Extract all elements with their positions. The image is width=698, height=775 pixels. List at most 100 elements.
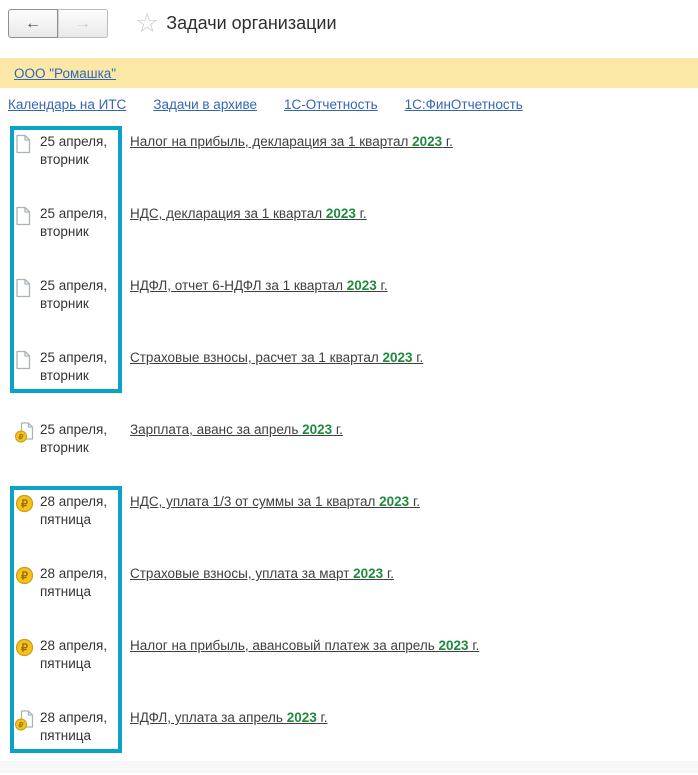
task-row: ₽28 апреля, пятница НДС, уплата 1/3 от сум… [0,487,698,559]
task-date-line2: пятница [40,584,92,599]
document-icon [15,350,35,371]
task-date: 25 апреля, вторник [40,205,122,241]
task-date-line2: пятница [40,728,92,743]
task-row: 25 апреля, вторник Страховые взносы, расче… [0,343,698,415]
task-title-text: НДС, декларация за 1 квартал [130,206,326,221]
task-link[interactable]: НДФЛ, отчет 6-НДФЛ за 1 квартал 2023 г. [130,277,688,295]
task-title-text: НДС, уплата 1/3 от суммы за 1 квартал [130,494,380,509]
task-title-suffix: г. [316,710,328,725]
favorites-star-icon[interactable]: ☆ [135,10,159,37]
task-date: 28 апреля, пятница [40,493,122,529]
task-year: 2023 [382,350,413,365]
svg-text:₽: ₽ [19,432,24,441]
task-date: 28 апреля, пятница [40,637,122,673]
task-date-line2: вторник [40,296,89,311]
task-title-text: НДФЛ, уплата за апрель [130,710,287,725]
task-link[interactable]: НДС, декларация за 1 квартал 2023 г. [130,205,688,223]
history-button-group: ← → [8,9,108,38]
nav-links-row: Календарь на ИТС Задачи в архиве 1С-Отче… [8,97,523,112]
task-row: ₽28 апреля, пятница Страховые взносы, упла… [0,559,698,631]
ruble-coin-icon: ₽ [15,566,35,587]
nav-link-1c-finreporting[interactable]: 1С:ФинОтчетность [405,97,523,112]
back-button[interactable]: ← [8,9,58,38]
task-title-suffix: г. [376,278,388,293]
task-date-line2: вторник [40,368,89,383]
task-date-line1: 25 апреля, [40,422,108,437]
task-date-line2: вторник [40,440,89,455]
document-ruble-icon: ₽ [15,710,35,731]
task-title-suffix: г. [442,134,453,149]
task-date-line1: 28 апреля, [40,710,108,725]
document-icon [15,206,35,227]
task-year: 2023 [412,134,443,149]
task-row: ₽25 апреля, вторник Зарплата, аванс за апр… [0,415,698,487]
task-date-line2: вторник [40,224,89,239]
nav-link-1c-reporting[interactable]: 1С-Отчетность [284,97,378,112]
svg-text:₽: ₽ [19,720,24,729]
forward-button[interactable]: → [58,9,108,38]
task-link[interactable]: НДС, уплата 1/3 от суммы за 1 квартал 20… [130,493,688,511]
task-year: 2023 [353,566,384,581]
task-date: 25 апреля, вторник [40,349,122,385]
task-date: 25 апреля, вторник [40,421,122,457]
task-year: 2023 [286,710,317,725]
ruble-coin-icon: ₽ [15,494,35,515]
task-title-suffix: г. [409,494,420,509]
task-title-text: Страховые взносы, расчет за 1 квартал [130,350,383,365]
task-date: 25 апреля, вторник [40,133,122,169]
task-year: 2023 [302,422,333,437]
document-icon [15,278,35,299]
task-date-line2: пятница [40,512,92,527]
toolbar: ← → ☆ Задачи организации [8,9,337,38]
task-year: 2023 [346,278,377,293]
document-icon [15,134,35,155]
document-ruble-icon: ₽ [15,422,35,443]
task-date: 28 апреля, пятница [40,709,122,745]
task-date-line2: вторник [40,152,89,167]
task-link[interactable]: Налог на прибыль, авансовый платеж за ап… [130,637,688,655]
svg-text:₽: ₽ [21,570,28,582]
task-date-line1: 25 апреля, [40,350,108,365]
task-title-suffix: г. [383,566,394,581]
task-title-text: Страховые взносы, уплата за март [130,566,354,581]
task-row: 25 апреля, вторник НДФЛ, отчет 6-НДФЛ за 1… [0,271,698,343]
task-link[interactable]: Налог на прибыль, декларация за 1 кварта… [130,133,688,151]
task-row: ₽28 апреля, пятница Налог на прибыль, аван… [0,631,698,703]
task-title-suffix: г. [355,206,367,221]
task-row: 25 апреля, вторник НДС, декларация за 1 кв… [0,199,698,271]
task-title-suffix: г. [332,422,343,437]
task-date: 28 апреля, пятница [40,565,122,601]
task-link[interactable]: Страховые взносы, расчет за 1 квартал 20… [130,349,688,367]
task-title-suffix: г. [412,350,424,365]
task-link[interactable]: Зарплата, аванс за апрель 2023 г. [130,421,688,439]
task-year: 2023 [379,494,410,509]
task-year: 2023 [325,206,356,221]
task-date-line1: 25 апреля, [40,206,108,221]
org-bar: ООО "Ромашка" [0,58,698,88]
task-date-line1: 28 апреля, [40,494,108,509]
task-link[interactable]: НДФЛ, уплата за апрель 2023 г. [130,709,688,727]
task-title-text: НДФЛ, отчет 6-НДФЛ за 1 квартал [130,278,347,293]
ruble-coin-icon: ₽ [15,638,35,659]
task-row: 25 апреля, вторник Налог на прибыль, декла… [0,127,698,199]
task-date-line1: 28 апреля, [40,638,108,653]
task-date-line1: 25 апреля, [40,278,108,293]
svg-text:₽: ₽ [21,642,28,654]
task-date-line1: 28 апреля, [40,566,108,581]
task-title-suffix: г. [468,638,480,653]
task-title-text: Налог на прибыль, авансовый платеж за ап… [130,638,439,653]
nav-link-tasks-archive[interactable]: Задачи в архиве [153,97,257,112]
task-date-line1: 25 апреля, [40,134,108,149]
nav-link-calendar-its[interactable]: Календарь на ИТС [8,97,126,112]
page-title: Задачи организации [166,13,337,33]
task-date: 25 апреля, вторник [40,277,122,313]
task-year: 2023 [438,638,469,653]
task-date-line2: пятница [40,656,92,671]
task-link[interactable]: Страховые взносы, уплата за март 2023 г. [130,565,688,583]
task-title-text: Налог на прибыль, декларация за 1 кварта… [130,134,413,149]
svg-text:₽: ₽ [21,498,28,510]
task-title-text: Зарплата, аванс за апрель [130,422,303,437]
org-link[interactable]: ООО "Ромашка" [14,66,116,81]
bottom-strip [0,761,698,773]
task-list: 25 апреля, вторник Налог на прибыль, декла… [0,126,698,767]
